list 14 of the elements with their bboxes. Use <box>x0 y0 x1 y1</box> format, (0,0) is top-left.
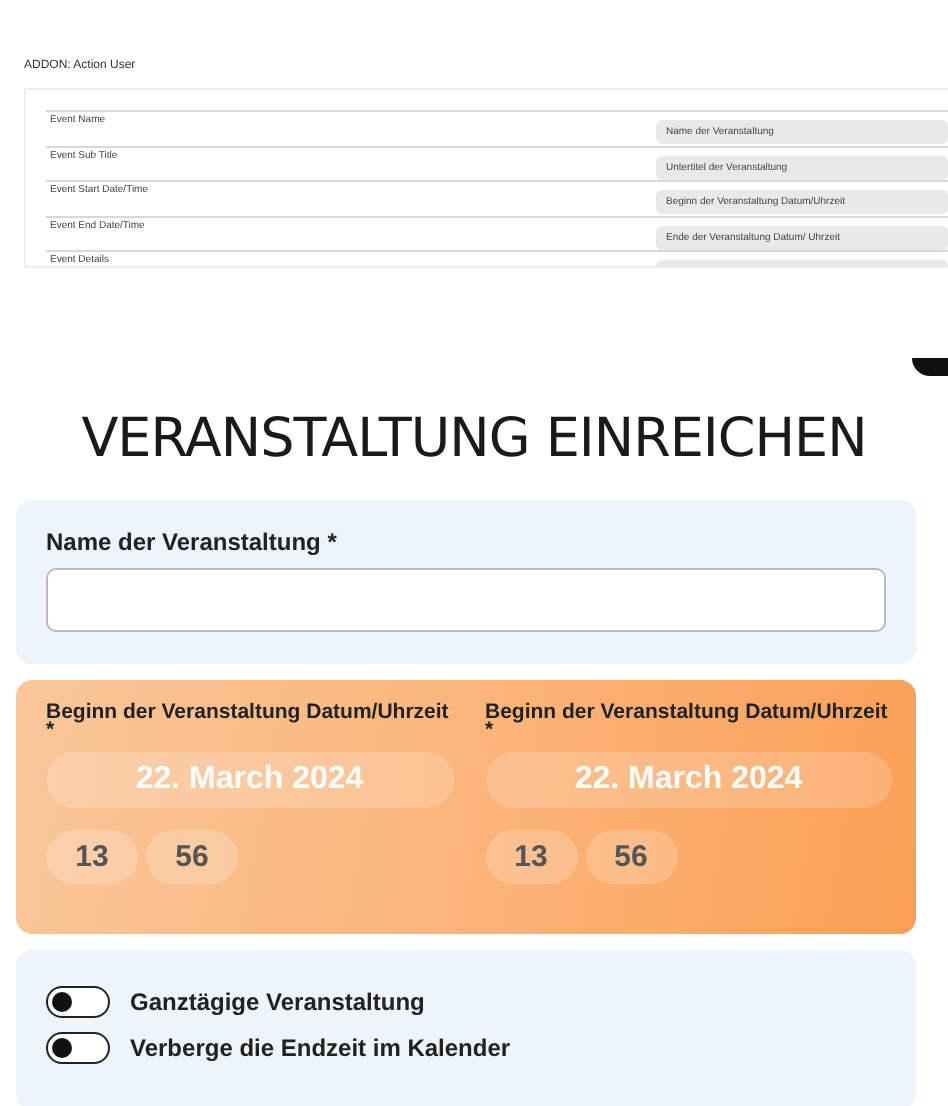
toggle-label: Verberge die Endzeit im Kalender <box>130 1034 511 1062</box>
field-label: Name der Veranstaltung * <box>46 528 339 556</box>
toggle-switch[interactable] <box>46 1032 110 1064</box>
toggle-switch[interactable] <box>46 986 110 1018</box>
hour-field[interactable]: 13 <box>485 830 577 884</box>
text-input[interactable] <box>46 568 886 632</box>
page-heading: VERANSTALTUNG EINREICHEN <box>79 408 869 470</box>
toggle-label: Ganztägige Veranstaltung <box>130 988 425 1016</box>
field-label: Beginn der Veranstaltung Datum/Uhrzeit * <box>485 704 890 740</box>
corner-shape <box>912 358 948 376</box>
hour-field[interactable]: 13 <box>46 830 138 884</box>
field-label: Beginn der Veranstaltung Datum/Uhrzeit * <box>46 704 451 740</box>
minute-field[interactable]: 56 <box>146 830 238 884</box>
minute-field[interactable]: 56 <box>585 830 677 884</box>
